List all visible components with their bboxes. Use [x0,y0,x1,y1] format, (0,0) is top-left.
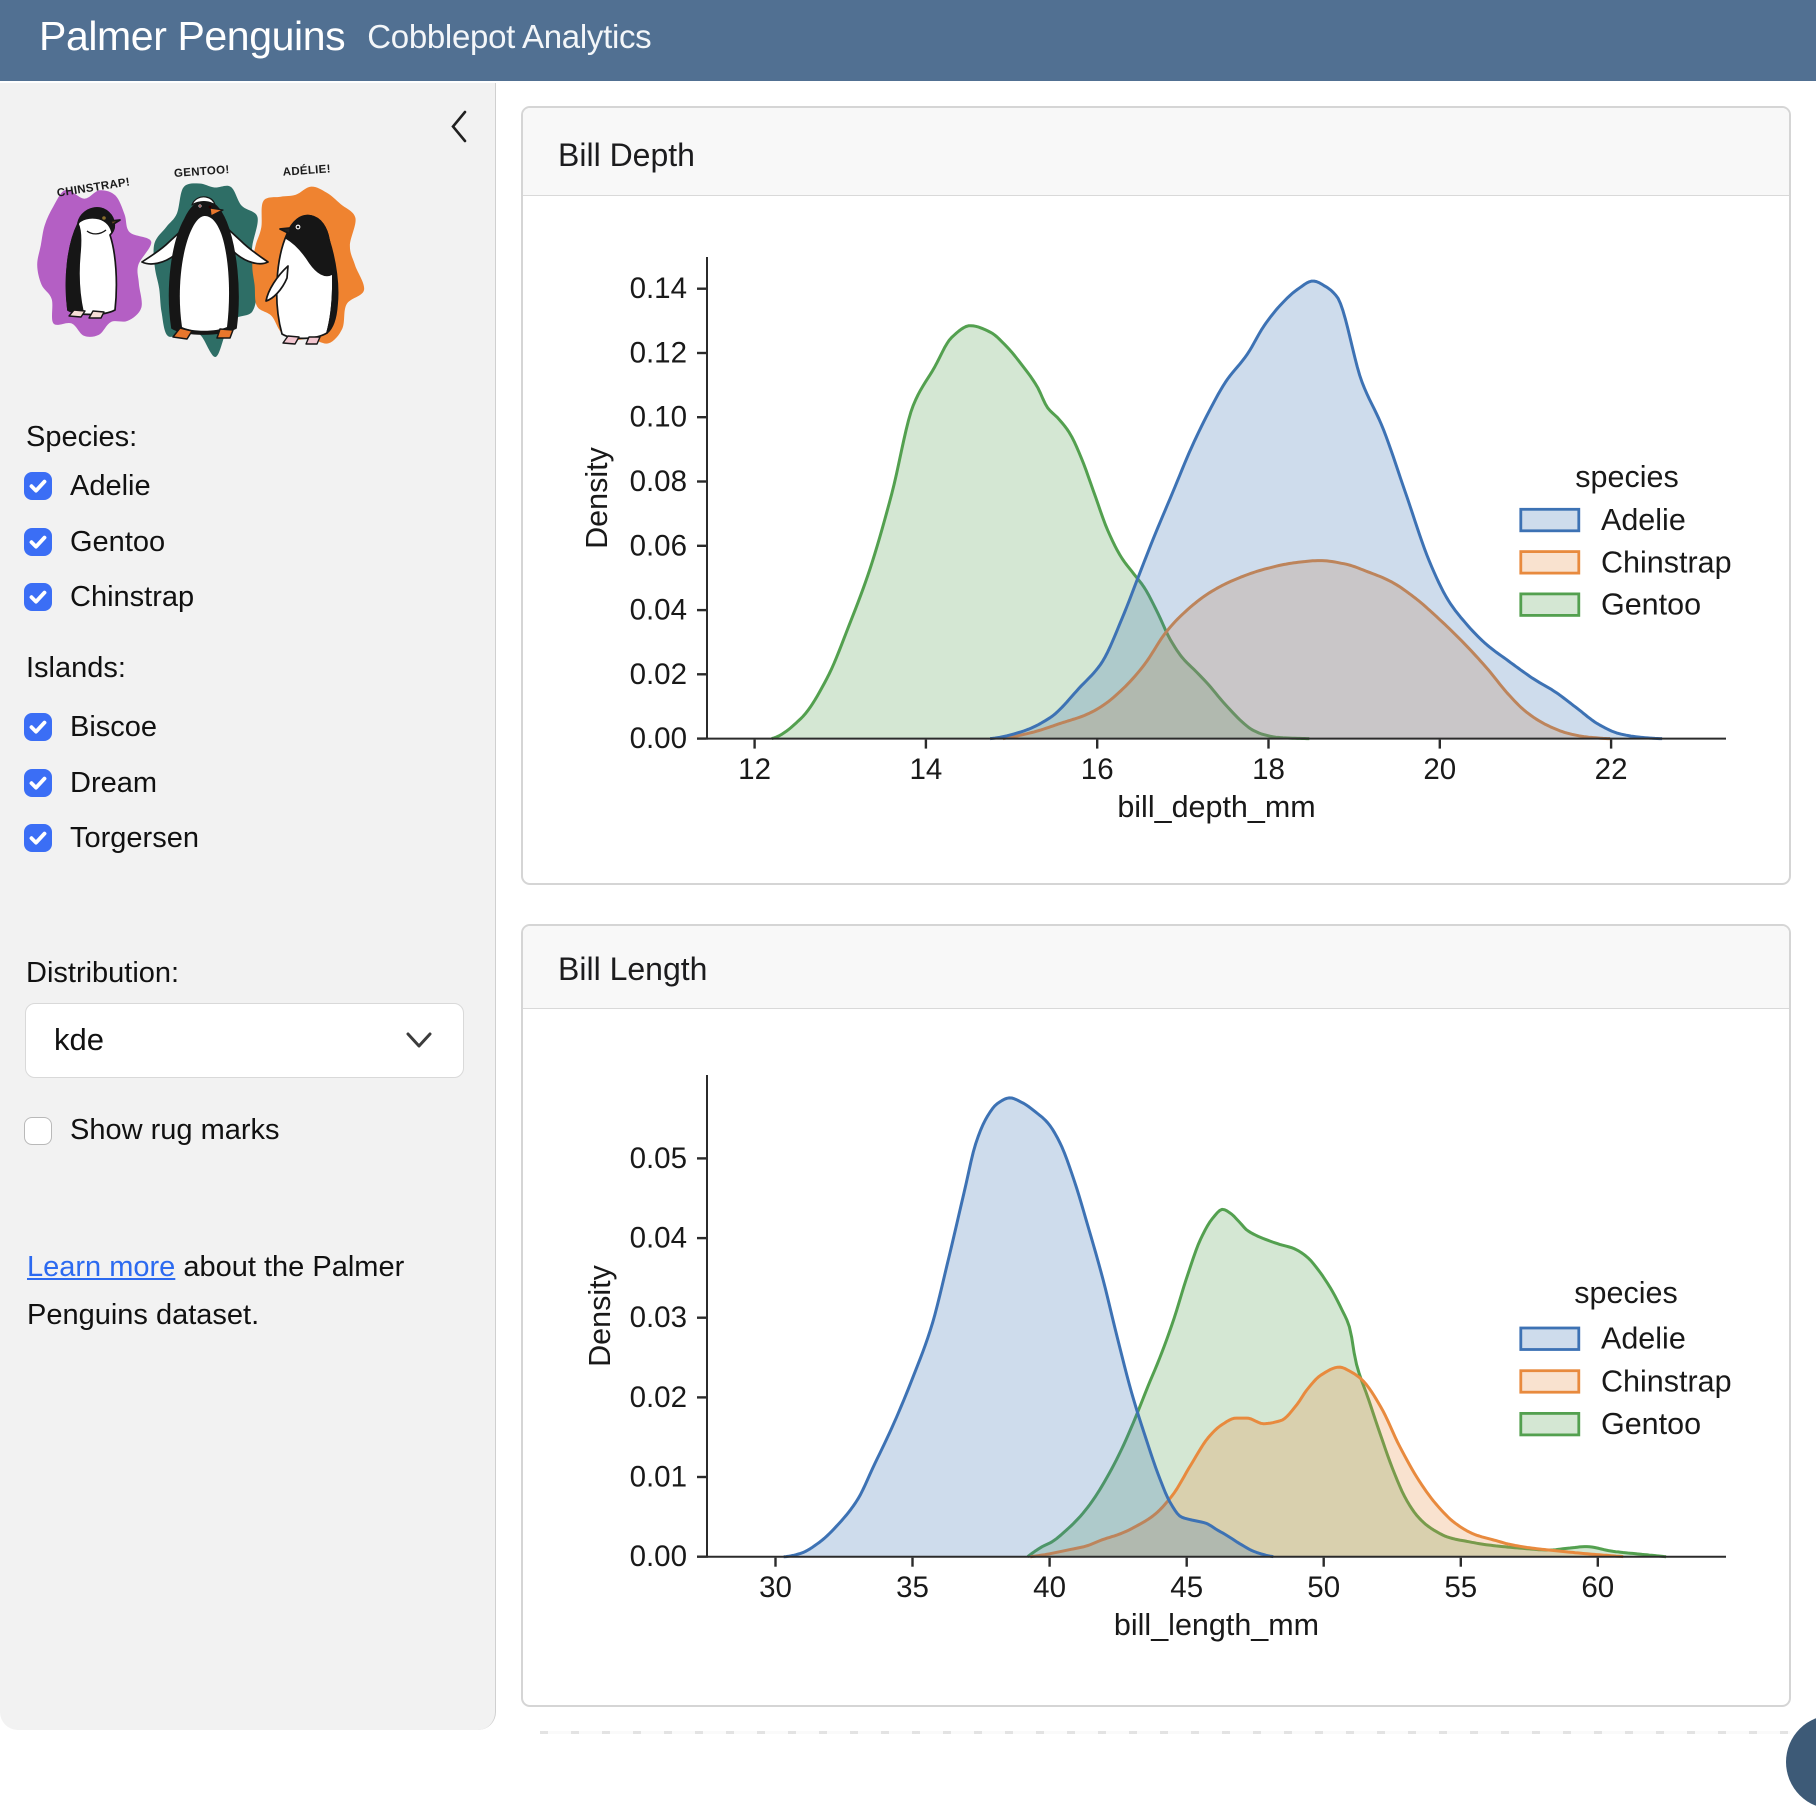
svg-text:Gentoo: Gentoo [1601,1407,1701,1441]
svg-text:0.02: 0.02 [630,1381,687,1414]
svg-text:0.12: 0.12 [630,337,687,370]
svg-text:0.05: 0.05 [630,1142,687,1175]
svg-text:Adelie: Adelie [1601,503,1686,537]
svg-text:30: 30 [759,1571,792,1604]
svg-text:Gentoo: Gentoo [1601,588,1701,622]
svg-text:0.01: 0.01 [630,1461,687,1494]
svg-text:Chinstrap: Chinstrap [1601,1364,1732,1398]
svg-text:20: 20 [1423,753,1456,786]
svg-text:18: 18 [1252,753,1285,786]
svg-text:ADÉLIE!: ADÉLIE! [282,162,331,178]
svg-text:bill_depth_mm: bill_depth_mm [1117,790,1315,824]
svg-text:0.02: 0.02 [630,658,687,691]
svg-text:Density: Density [583,1264,617,1366]
svg-text:45: 45 [1170,1571,1203,1604]
svg-text:0.14: 0.14 [630,272,687,305]
svg-text:55: 55 [1444,1571,1477,1604]
svg-text:0.06: 0.06 [630,529,687,562]
svg-text:22: 22 [1595,753,1628,786]
svg-text:0.00: 0.00 [630,722,687,755]
svg-text:Chinstrap: Chinstrap [1601,545,1732,579]
svg-text:16: 16 [1081,753,1114,786]
svg-text:50: 50 [1307,1571,1340,1604]
svg-text:0.04: 0.04 [630,594,687,627]
svg-text:0.04: 0.04 [630,1222,687,1255]
svg-text:0.08: 0.08 [630,465,687,498]
svg-text:14: 14 [909,753,942,786]
svg-text:12: 12 [738,753,771,786]
svg-text:species: species [1575,460,1678,494]
svg-text:0.00: 0.00 [630,1540,687,1573]
svg-text:bill_length_mm: bill_length_mm [1114,1608,1319,1642]
svg-text:60: 60 [1581,1571,1614,1604]
svg-text:0.10: 0.10 [630,401,687,434]
svg-text:Density: Density [580,446,614,548]
svg-text:species: species [1574,1276,1677,1310]
svg-text:Adelie: Adelie [1601,1322,1686,1356]
svg-text:35: 35 [896,1571,929,1604]
svg-text:GENTOO!: GENTOO! [174,164,230,180]
svg-text:40: 40 [1033,1571,1066,1604]
svg-text:0.03: 0.03 [630,1301,687,1334]
